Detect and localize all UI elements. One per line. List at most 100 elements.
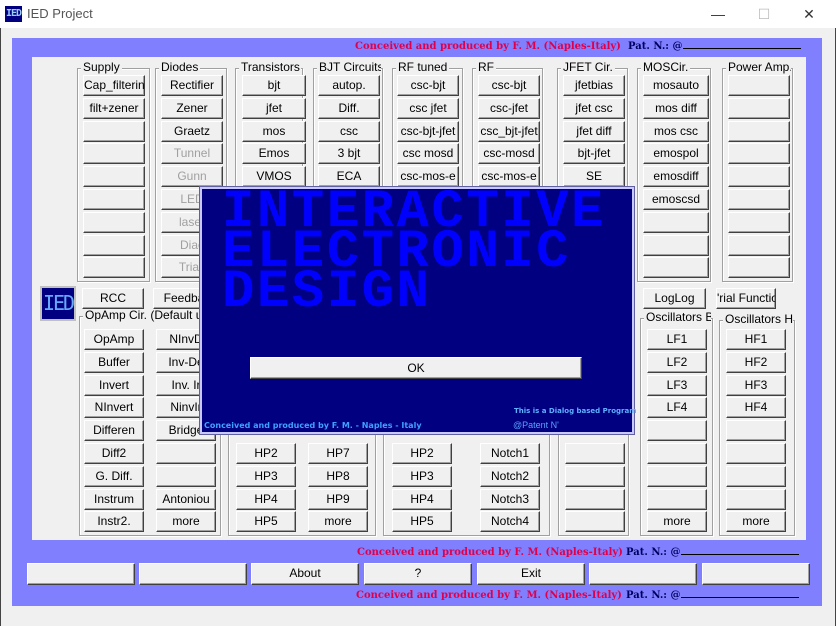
blank-button[interactable] xyxy=(156,443,216,464)
ninvert-button[interactable]: NInvert xyxy=(84,397,144,418)
blank-button[interactable] xyxy=(647,489,707,510)
cap-filtering-button[interactable]: Cap_filtering xyxy=(83,75,145,96)
notch3-button[interactable]: Notch3 xyxy=(480,489,540,510)
notch2-button[interactable]: Notch2 xyxy=(480,466,540,487)
filt-zener-button[interactable]: filt+zener xyxy=(83,98,145,119)
emoscsd-button[interactable]: emoscsd xyxy=(643,189,709,210)
graetz-button[interactable]: Graetz xyxy=(161,121,223,142)
buffer-button[interactable]: Buffer xyxy=(84,352,144,373)
ok-button[interactable]: OK xyxy=(250,357,582,379)
diff-button[interactable]: Diff. xyxy=(318,98,380,119)
emosdiff-button[interactable]: emosdiff xyxy=(643,166,709,187)
blank-button[interactable] xyxy=(643,212,709,233)
bjt-button[interactable]: bjt xyxy=(242,75,306,96)
tunnel-button[interactable]: Tunnel xyxy=(161,143,223,164)
blank-button[interactable]: ? xyxy=(364,563,472,585)
lf4-button[interactable]: LF4 xyxy=(647,397,707,418)
blank-button[interactable] xyxy=(83,235,145,256)
blank-button[interactable] xyxy=(728,166,790,187)
opamp-button[interactable]: OpAmp xyxy=(84,329,144,350)
blank-button[interactable] xyxy=(565,466,625,487)
close-button[interactable]: ✕ xyxy=(797,4,821,24)
more-button[interactable]: more xyxy=(156,511,216,532)
csc-button[interactable]: csc xyxy=(318,121,380,142)
exit-button[interactable]: Exit xyxy=(477,563,585,585)
blank-button[interactable] xyxy=(647,443,707,464)
csc-mosd-button[interactable]: csc-mosd xyxy=(478,143,540,164)
jfet-diff-button[interactable]: jfet diff xyxy=(563,121,625,142)
zener-button[interactable]: Zener xyxy=(161,98,223,119)
blank-button[interactable] xyxy=(728,75,790,96)
blank-button[interactable] xyxy=(728,235,790,256)
hp9-button[interactable]: HP9 xyxy=(308,489,368,510)
blank-button[interactable] xyxy=(156,466,216,487)
hf2-button[interactable]: HF2 xyxy=(726,352,786,373)
jfet-button[interactable]: jfet xyxy=(242,98,306,119)
mos-button[interactable]: mos xyxy=(242,121,306,142)
mos-csc-button[interactable]: mos csc xyxy=(643,121,709,142)
blank-button[interactable] xyxy=(565,489,625,510)
gunn-button[interactable]: Gunn xyxy=(161,166,223,187)
blank-button[interactable] xyxy=(589,563,697,585)
hp8-button[interactable]: HP8 xyxy=(308,466,368,487)
instr2-button[interactable]: Instr2. xyxy=(84,511,144,532)
blank-button[interactable] xyxy=(83,257,145,278)
blank-button[interactable] xyxy=(702,563,810,585)
blank-button[interactable] xyxy=(728,121,790,142)
loglog-button[interactable]: LogLog xyxy=(643,288,706,309)
rectifier-button[interactable]: Rectifier xyxy=(161,75,223,96)
hp7-button[interactable]: HP7 xyxy=(308,443,368,464)
jfet-csc-button[interactable]: jfet csc xyxy=(563,98,625,119)
diff2-button[interactable]: Diff2 xyxy=(84,443,144,464)
blank-button[interactable] xyxy=(647,466,707,487)
lf2-button[interactable]: LF2 xyxy=(647,352,707,373)
hf3-button[interactable]: HF3 xyxy=(726,375,786,396)
hf4-button[interactable]: HF4 xyxy=(726,397,786,418)
blank-button[interactable] xyxy=(83,189,145,210)
invert-button[interactable]: Invert xyxy=(84,375,144,396)
blank-button[interactable] xyxy=(83,166,145,187)
minimize-button[interactable]: — xyxy=(706,4,730,24)
notch1-button[interactable]: Notch1 xyxy=(480,443,540,464)
blank-button[interactable] xyxy=(647,420,707,441)
rcc-button[interactable]: RCC xyxy=(82,288,144,309)
blank-button[interactable] xyxy=(726,489,786,510)
blank-button[interactable] xyxy=(643,235,709,256)
notch4-button[interactable]: Notch4 xyxy=(480,511,540,532)
hp4-button[interactable]: HP4 xyxy=(392,489,452,510)
csc-bjt-button[interactable]: csc-bjt xyxy=(478,75,540,96)
g-diff-button[interactable]: G. Diff. xyxy=(84,466,144,487)
antoniou-button[interactable]: Antoniou xyxy=(156,489,216,510)
lf1-button[interactable]: LF1 xyxy=(647,329,707,350)
csc-jfet-button[interactable]: csc jfet xyxy=(397,98,459,119)
hp4-button[interactable]: HP4 xyxy=(236,489,296,510)
blank-button[interactable] xyxy=(726,420,786,441)
blank-button[interactable] xyxy=(728,257,790,278)
blank-button[interactable] xyxy=(27,563,135,585)
blank-button[interactable] xyxy=(728,189,790,210)
autop-button[interactable]: autop. xyxy=(318,75,380,96)
bjt-jfet-button[interactable]: bjt-jfet xyxy=(563,143,625,164)
hp3-button[interactable]: HP3 xyxy=(236,466,296,487)
hp5-button[interactable]: HP5 xyxy=(236,511,296,532)
hp2-button[interactable]: HP2 xyxy=(236,443,296,464)
csc-bjt-button[interactable]: csc-bjt xyxy=(397,75,459,96)
csc-jfet-button[interactable]: csc-jfet xyxy=(478,98,540,119)
differen-button[interactable]: Differen xyxy=(84,420,144,441)
emospol-button[interactable]: emospol xyxy=(643,143,709,164)
more-button[interactable]: more xyxy=(308,511,368,532)
hp5-button[interactable]: HP5 xyxy=(392,511,452,532)
blank-button[interactable] xyxy=(565,443,625,464)
blank-button[interactable] xyxy=(728,212,790,233)
blank-button[interactable] xyxy=(565,511,625,532)
blank-button[interactable] xyxy=(728,143,790,164)
blank-button[interactable] xyxy=(83,121,145,142)
more-button[interactable]: more xyxy=(647,511,707,532)
hf1-button[interactable]: HF1 xyxy=(726,329,786,350)
blank-button[interactable] xyxy=(726,443,786,464)
about-button[interactable]: About xyxy=(251,563,359,585)
maximize-button[interactable]: ☐ xyxy=(752,4,776,24)
rial-functio-button[interactable]: 'rial Functio xyxy=(716,288,776,309)
hp3-button[interactable]: HP3 xyxy=(392,466,452,487)
blank-button[interactable] xyxy=(643,257,709,278)
